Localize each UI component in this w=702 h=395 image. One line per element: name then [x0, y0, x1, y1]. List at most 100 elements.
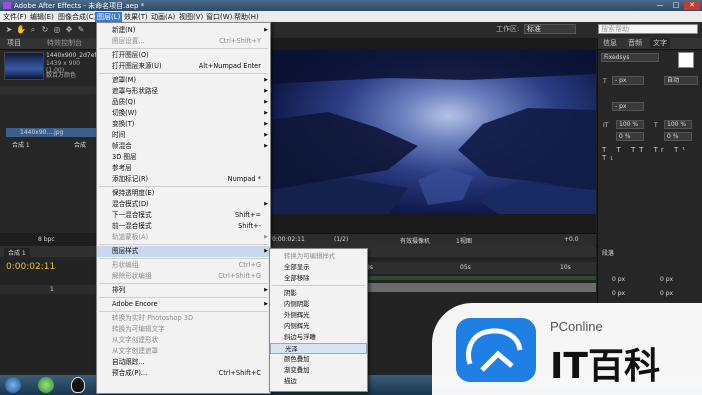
tab-effect-controls[interactable]: 特效控制台 — [44, 38, 85, 48]
layer-menu-item[interactable]: 变换(T) ▶ — [97, 119, 270, 130]
layer-menu-item[interactable]: 前一混合模式 Shift+- — [97, 221, 270, 232]
font-family-select[interactable]: Fixedsys — [601, 53, 659, 62]
indent-right-field[interactable]: 0 px — [660, 276, 673, 283]
tab-comp-1[interactable]: 合成 1 — [4, 248, 30, 257]
camera-select[interactable]: 有效摄像机 — [400, 236, 430, 245]
pan-behind-tool-icon[interactable]: ✥ — [64, 24, 74, 35]
project-search-row[interactable] — [0, 86, 98, 94]
layer-menu-item[interactable]: 保持透明度(E) — [97, 188, 270, 199]
layer-menu-item[interactable]: 从文字创建形状 — [97, 335, 270, 346]
menu-item-label: 内侧辉光 — [284, 322, 310, 330]
menu-help[interactable]: 帮助(H) — [234, 12, 259, 22]
layer-style-item[interactable]: 阴影 — [270, 288, 367, 299]
menu-view[interactable]: 视图(V) — [179, 12, 203, 22]
selected-file-colors: 数百万颜色 — [46, 72, 77, 79]
hand-tool-icon[interactable]: ✋ — [16, 24, 26, 35]
tab-paragraph[interactable]: 段落 — [602, 248, 614, 257]
layer-style-item[interactable]: 全部移除 — [270, 273, 367, 284]
layer-style-item[interactable]: 外侧辉光 — [270, 310, 367, 321]
layer-menu-item[interactable]: Adobe Encore ▶ — [97, 299, 270, 310]
bit-depth-label[interactable]: 8 bpc — [38, 236, 55, 243]
menu-window[interactable]: 窗口(W) — [206, 12, 232, 22]
camera-tool-icon[interactable]: ◎ — [52, 24, 62, 35]
views-select[interactable]: 1视图 — [456, 236, 472, 245]
layer-menu-item[interactable]: 解除形状编组 Ctrl+Shift+G — [97, 271, 270, 282]
menu-composition[interactable]: 图像合成(C) — [58, 12, 96, 22]
layer-style-item[interactable]: 颜色叠加 — [270, 354, 367, 365]
resolution-select[interactable]: (1/2) — [334, 236, 348, 243]
layer-style-item[interactable]: 转换为可编辑样式 — [270, 251, 367, 262]
space-after-field[interactable]: 0 px — [660, 290, 673, 297]
browser-taskbar-icon[interactable] — [38, 377, 54, 393]
layer-menu-item[interactable]: 遮罩(M) ▶ — [97, 75, 270, 86]
layer-menu-item[interactable]: 帧混合 ▶ — [97, 141, 270, 152]
menu-effect[interactable]: 效果(T) — [124, 12, 148, 22]
start-button-icon[interactable] — [5, 377, 21, 393]
layer-menu-item[interactable]: 图层设置... Ctrl+Shift+Y — [97, 36, 270, 47]
tab-character[interactable]: 文字 — [650, 38, 670, 48]
layer-style-item[interactable]: 光泽 — [270, 343, 367, 354]
layer-menu-item[interactable]: 品质(Q) ▶ — [97, 97, 270, 108]
qq-taskbar-icon[interactable] — [71, 377, 85, 393]
layer-menu-item[interactable]: 遮罩与形状路径 ▶ — [97, 86, 270, 97]
stroke-width-field[interactable]: - px — [612, 102, 644, 111]
layer-menu-item[interactable]: 参考层 — [97, 163, 270, 174]
tab-audio[interactable]: 音频 — [625, 38, 645, 48]
layer-menu-item[interactable]: 预合成(P)... Ctrl+Shift+C — [97, 368, 270, 379]
vertical-scale-field[interactable]: 100 % — [616, 120, 644, 129]
menu-layer[interactable]: 图层(L) — [95, 12, 123, 22]
font-size-field[interactable]: - px — [612, 76, 644, 85]
close-button[interactable]: ✕ — [684, 1, 700, 10]
menu-edit[interactable]: 编辑(E) — [30, 12, 54, 22]
viewer-time[interactable]: 0:00:02:11 — [272, 236, 305, 243]
menu-item-shortcut: Numpad * — [227, 175, 261, 183]
layer-menu-item[interactable]: 图层样式 ▶ — [97, 246, 270, 257]
layer-menu-item[interactable]: 打开图层来源(U) Alt+Numpad Enter — [97, 61, 270, 72]
text-style-buttons[interactable]: T T TT Tr T¹ T₁ — [602, 146, 698, 162]
layer-menu-item[interactable]: 添加标记(R) Numpad * — [97, 174, 270, 185]
current-time-display[interactable]: 0:00:02:11 — [6, 262, 55, 272]
layer-menu-item[interactable]: 切换(W) ▶ — [97, 108, 270, 119]
exposure-value[interactable]: +0.0 — [564, 236, 579, 243]
layer-style-item[interactable]: 斜边与浮雕 — [270, 332, 367, 343]
layer-menu-item[interactable]: 3D 图层 — [97, 152, 270, 163]
menu-file[interactable]: 文件(F) — [3, 12, 27, 22]
zoom-tool-icon[interactable]: ⌕ — [28, 24, 38, 35]
layer-menu-item[interactable]: 形状编组 Ctrl+G — [97, 260, 270, 271]
workspace-select[interactable]: 标准 — [524, 24, 576, 34]
tsume-field[interactable]: 0 % — [664, 132, 692, 141]
search-help-input[interactable]: 搜索帮助 — [598, 24, 698, 34]
tab-project[interactable]: 项目 — [4, 38, 24, 48]
menu-animation[interactable]: 动画(A) — [151, 12, 175, 22]
layer-menu-item[interactable]: 下一混合模式 Shift+= — [97, 210, 270, 221]
layer-style-item[interactable]: 内侧阴影 — [270, 299, 367, 310]
space-before-field[interactable]: 0 px — [612, 290, 625, 297]
layer-menu-item[interactable]: 从文字创建遮罩 — [97, 346, 270, 357]
tab-info[interactable]: 信息 — [600, 38, 620, 48]
layer-menu-item[interactable]: 转换为实时 Photoshop 3D — [97, 313, 270, 324]
layer-menu-item[interactable]: 转换为可编辑文字 — [97, 324, 270, 335]
layer-style-item[interactable]: 全部显示 — [270, 262, 367, 273]
layer-menu-item[interactable]: 混合模式(D) ▶ — [97, 199, 270, 210]
list-item[interactable]: 1440x90....jpg — [6, 128, 96, 137]
maximize-button[interactable]: □ — [668, 1, 684, 10]
layer-menu-item[interactable]: 打开图层(O) — [97, 50, 270, 61]
layer-style-item[interactable]: 描边 — [270, 376, 367, 387]
selection-tool-icon[interactable]: ➤ — [4, 24, 14, 35]
leading-field[interactable]: 自动 — [664, 76, 698, 85]
horizontal-scale-field[interactable]: 100 % — [664, 120, 692, 129]
layer-style-item[interactable]: 内侧辉光 — [270, 321, 367, 332]
rotate-tool-icon[interactable]: ↻ — [40, 24, 50, 35]
baseline-shift-field[interactable]: 0 % — [616, 132, 644, 141]
layer-menu-item[interactable]: 排列 ▶ — [97, 285, 270, 296]
layer-menu-item[interactable]: 时间 ▶ — [97, 130, 270, 141]
layer-menu-item[interactable]: 新建(N) ▶ — [97, 25, 270, 36]
pen-tool-icon[interactable]: ✎ — [76, 24, 86, 35]
layer-style-item[interactable]: 渐变叠加 — [270, 365, 367, 376]
minimize-button[interactable]: — — [652, 1, 668, 10]
layer-menu-item[interactable]: 自动跟踪... — [97, 357, 270, 368]
layer-menu-item[interactable]: 轨道蒙板(A) ▶ — [97, 232, 270, 243]
list-item[interactable]: 合成 1 合成 — [6, 139, 96, 149]
indent-left-field[interactable]: 0 px — [612, 276, 625, 283]
fill-color-swatch[interactable] — [678, 52, 694, 68]
